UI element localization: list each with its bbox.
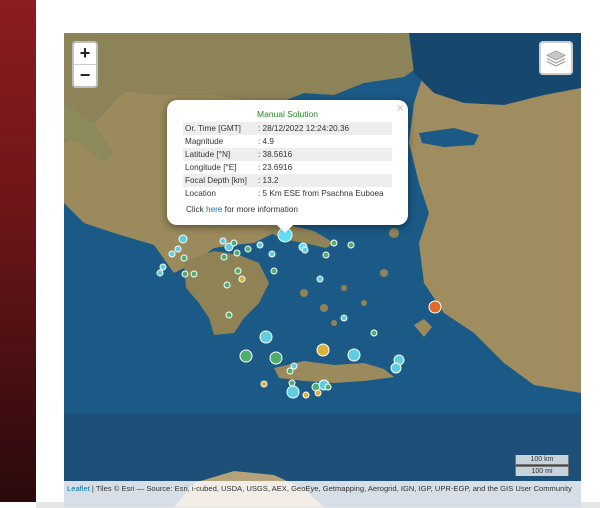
earthquake-marker[interactable] <box>301 246 309 254</box>
earthquake-marker[interactable] <box>244 245 252 253</box>
earthquake-marker[interactable] <box>181 270 189 278</box>
earthquake-marker[interactable] <box>428 300 442 314</box>
earthquake-marker[interactable] <box>178 234 188 244</box>
row-value: : 23.6916 <box>258 163 293 172</box>
sidebar-panel <box>0 0 36 502</box>
earthquake-marker[interactable] <box>268 250 276 258</box>
earthquake-marker[interactable] <box>370 329 378 337</box>
earthquake-marker[interactable] <box>159 263 167 271</box>
earthquake-marker[interactable] <box>340 314 348 322</box>
row-label: Latitude [°N] <box>183 148 256 161</box>
earthquake-marker[interactable] <box>269 351 283 365</box>
row-value: : 13.2 <box>256 174 392 187</box>
earthquake-marker[interactable] <box>270 267 278 275</box>
earthquake-marker[interactable] <box>390 362 402 374</box>
layers-icon <box>546 50 566 67</box>
row-label: Focal Depth [km] <box>183 174 256 187</box>
table-row: Magnitude : 4.9 <box>183 135 392 148</box>
zoom-out-button[interactable]: − <box>74 64 96 86</box>
earthquake-marker[interactable] <box>220 253 228 261</box>
earthquake-marker[interactable] <box>314 389 322 397</box>
row-label: Longitude [°E] <box>185 163 237 172</box>
row-value: : 28/12/2022 12:24:20.36 <box>256 122 392 135</box>
table-row: Focal Depth [km]: 13.2 <box>183 174 392 187</box>
table-row: Latitude [°N]: 38.5616 <box>183 148 392 161</box>
earthquake-marker[interactable] <box>260 380 268 388</box>
leaflet-link[interactable]: Leaflet <box>67 484 90 493</box>
row-value: : 38.5616 <box>256 148 392 161</box>
table-row: Location : 5 Km ESE from Psachna Euboea <box>183 187 392 200</box>
earthquake-marker[interactable] <box>174 245 182 253</box>
row-label: Magnitude <box>185 137 224 146</box>
map-container[interactable]: + − × Manual Solution Or. Time [GMT]: 28… <box>64 33 581 507</box>
more-info-link[interactable]: here <box>206 205 222 214</box>
earthquake-marker[interactable] <box>230 239 238 247</box>
earthquake-marker[interactable] <box>302 391 310 399</box>
earthquake-marker[interactable] <box>290 362 298 370</box>
earthquake-marker[interactable] <box>156 269 164 277</box>
row-label: Or. Time [GMT] <box>183 122 256 135</box>
earthquake-marker[interactable] <box>234 267 242 275</box>
earthquake-marker[interactable] <box>286 385 300 399</box>
earthquake-marker[interactable] <box>322 251 330 259</box>
earthquake-marker[interactable] <box>180 254 188 262</box>
more-info-suffix: for more information <box>222 205 298 214</box>
earthquake-marker[interactable] <box>347 348 361 362</box>
earthquake-marker[interactable] <box>190 270 198 278</box>
popup-title: Manual Solution <box>257 109 318 119</box>
map-attribution: Leaflet | Tiles © Esri — Source: Esri, i… <box>64 481 581 507</box>
earthquake-marker[interactable] <box>316 275 324 283</box>
scale-bar-mi: 100 mi <box>515 466 569 476</box>
earthquake-marker[interactable] <box>238 275 246 283</box>
earthquake-marker[interactable] <box>316 343 330 357</box>
earthquake-marker[interactable] <box>259 330 273 344</box>
zoom-control: + − <box>72 41 98 88</box>
earthquake-marker[interactable] <box>239 349 253 363</box>
zoom-in-button[interactable]: + <box>74 43 96 64</box>
layers-button[interactable] <box>539 41 573 75</box>
more-info-prefix: Click <box>186 205 207 214</box>
earthquake-marker[interactable] <box>347 241 355 249</box>
earthquake-marker[interactable] <box>225 311 233 319</box>
more-info-line: Click here for more information <box>186 205 298 214</box>
scale-bar-km: 100 km <box>515 455 569 465</box>
earthquake-marker[interactable] <box>324 383 332 391</box>
row-label: Location <box>185 189 216 198</box>
attribution-text: | Tiles © Esri — Source: Esri, i-cubed, … <box>89 484 572 493</box>
earthquake-marker[interactable] <box>256 241 264 249</box>
row-value: : 4.9 <box>258 137 274 146</box>
popup-details-table: Or. Time [GMT]: 28/12/2022 12:24:20.36 M… <box>183 122 392 200</box>
earthquake-marker[interactable] <box>219 237 227 245</box>
earthquake-marker[interactable] <box>223 281 231 289</box>
earthquake-marker[interactable] <box>288 379 296 387</box>
earthquake-marker[interactable] <box>168 250 176 258</box>
table-row: Longitude [°E] : 23.6916 <box>183 161 392 174</box>
earthquake-marker[interactable] <box>330 239 338 247</box>
earthquake-marker[interactable] <box>233 249 241 257</box>
popup-tip <box>276 224 294 233</box>
table-row: Or. Time [GMT]: 28/12/2022 12:24:20.36 <box>183 122 392 135</box>
earthquake-popup: × Manual Solution Or. Time [GMT]: 28/12/… <box>167 100 408 225</box>
row-value: : 5 Km ESE from Psachna Euboea <box>258 189 384 198</box>
